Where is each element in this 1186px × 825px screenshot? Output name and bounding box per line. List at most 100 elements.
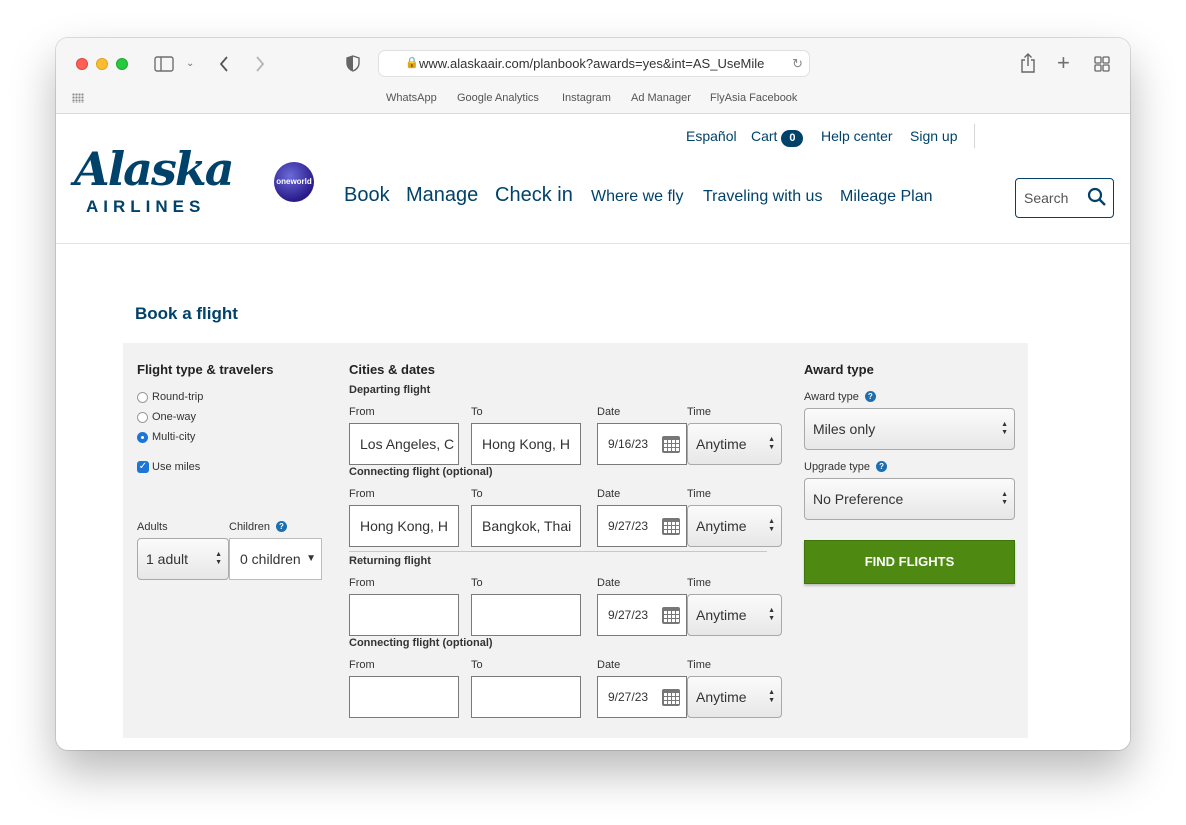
adults-select[interactable]: 1 adult ▲ ▼ bbox=[137, 538, 229, 580]
use-miles-label: Use miles bbox=[152, 461, 201, 473]
forward-icon[interactable] bbox=[254, 55, 266, 73]
bookmark-ad-manager[interactable]: Ad Manager bbox=[631, 92, 691, 104]
help-icon[interactable]: ? bbox=[864, 391, 876, 402]
segment-4-to-input[interactable] bbox=[471, 676, 581, 718]
segment-1-date-input[interactable]: 9/16/23 bbox=[597, 423, 687, 465]
radio-multi-city-label: Multi-city bbox=[152, 431, 196, 443]
site-search[interactable]: Search bbox=[1015, 178, 1114, 218]
espanol-link[interactable]: Español bbox=[686, 128, 737, 144]
segment-4-from-input[interactable] bbox=[349, 676, 459, 718]
updown-arrows-icon: ▲ ▼ bbox=[768, 518, 775, 533]
segment-3-from-input[interactable] bbox=[349, 594, 459, 636]
bookmark-instagram[interactable]: Instagram bbox=[562, 92, 611, 104]
bookmark-flyasia-facebook[interactable]: FlyAsia Facebook bbox=[710, 92, 797, 104]
segment-3-date-value: 9/27/23 bbox=[608, 608, 649, 622]
segment-2-date-input[interactable]: 9/27/23 bbox=[597, 505, 687, 547]
radio-one-way-control[interactable] bbox=[137, 411, 148, 423]
help-icon[interactable]: ? bbox=[275, 521, 287, 532]
radio-round-trip-label: Round-trip bbox=[152, 391, 204, 403]
calendar-icon[interactable] bbox=[662, 607, 680, 624]
oneworld-logo[interactable]: oneworld bbox=[274, 162, 314, 202]
utility-divider bbox=[974, 124, 975, 148]
upgrade-type-select[interactable]: No Preference ▲ ▼ bbox=[804, 478, 1015, 520]
radio-one-way[interactable]: One-way bbox=[137, 411, 196, 423]
site-header: Alaska AIRLINES oneworld Español Cart 0 H… bbox=[56, 114, 1130, 244]
segment-1-to-input[interactable]: Hong Kong, H bbox=[471, 423, 581, 465]
children-select[interactable]: 0 children ▼ bbox=[229, 538, 322, 580]
sign-up-link[interactable]: Sign up bbox=[910, 128, 957, 144]
updown-arrows-icon: ▲ ▼ bbox=[768, 607, 775, 622]
nav-traveling-with-us[interactable]: Traveling with us bbox=[703, 188, 822, 206]
segment-3-date-input[interactable]: 9/27/23 bbox=[597, 594, 687, 636]
calendar-icon[interactable] bbox=[662, 518, 680, 535]
segment-4-time-label: Time bbox=[687, 659, 712, 671]
search-icon[interactable] bbox=[1087, 187, 1107, 207]
reload-icon[interactable]: ↻ bbox=[788, 51, 803, 76]
help-center-link[interactable]: Help center bbox=[821, 128, 893, 144]
segment-2-to-input[interactable]: Bangkok, Thai bbox=[471, 505, 581, 547]
radio-multi-city-control[interactable] bbox=[137, 431, 148, 443]
upgrade-type-label-row: Upgrade type? bbox=[804, 461, 888, 473]
address-bar[interactable]: 🔒 www.alaskaair.com/planbook?awards=yes&… bbox=[378, 50, 810, 77]
segment-1-time-select[interactable]: Anytime ▲ ▼ bbox=[687, 423, 782, 465]
segment-1-to-label: To bbox=[471, 406, 483, 418]
chevron-down-icon[interactable]: ⌄ bbox=[186, 56, 194, 72]
minimize-window-button[interactable] bbox=[96, 58, 108, 70]
use-miles-checkbox[interactable]: ✓ Use miles bbox=[137, 461, 200, 473]
segment-2-heading: Connecting flight (optional) bbox=[349, 466, 493, 478]
segment-3-from-label: From bbox=[349, 577, 375, 589]
browser-toolbar: ⌄ 🔒 www.alaskaair.com/planbook?awards=ye… bbox=[56, 38, 1130, 114]
tab-overview-icon[interactable] bbox=[1094, 56, 1110, 72]
segment-4-from-label: From bbox=[349, 659, 375, 671]
segment-1-from-input[interactable]: Los Angeles, C bbox=[349, 423, 459, 465]
nav-book[interactable]: Book bbox=[344, 184, 390, 207]
back-icon[interactable] bbox=[218, 55, 230, 73]
segment-4-time-select[interactable]: Anytime ▲ ▼ bbox=[687, 676, 782, 718]
segment-4-date-input[interactable]: 9/27/23 bbox=[597, 676, 687, 718]
checkmark-icon[interactable]: ✓ bbox=[137, 461, 149, 473]
find-flights-button[interactable]: FIND FLIGHTS bbox=[804, 540, 1015, 584]
browser-window: ⌄ 🔒 www.alaskaair.com/planbook?awards=ye… bbox=[56, 38, 1130, 750]
bookmarks-bar: WhatsApp Google Analytics Instagram Ad M… bbox=[56, 90, 1130, 110]
nav-where-we-fly[interactable]: Where we fly bbox=[591, 188, 683, 206]
calendar-icon[interactable] bbox=[662, 689, 680, 706]
share-icon[interactable] bbox=[1020, 53, 1036, 73]
segment-3-heading: Returning flight bbox=[349, 555, 431, 567]
segment-1-time-value: Anytime bbox=[696, 436, 747, 452]
children-label: Children bbox=[229, 521, 270, 533]
segment-3-time-label: Time bbox=[687, 577, 712, 589]
zoom-window-button[interactable] bbox=[116, 58, 128, 70]
segment-3-time-select[interactable]: Anytime ▲ ▼ bbox=[687, 594, 782, 636]
bookmark-google-analytics[interactable]: Google Analytics bbox=[457, 92, 539, 104]
award-type-select[interactable]: Miles only ▲ ▼ bbox=[804, 408, 1015, 450]
nav-mileage-plan[interactable]: Mileage Plan bbox=[840, 188, 933, 206]
radio-round-trip[interactable]: Round-trip bbox=[137, 391, 203, 403]
segment-2-from-input[interactable]: Hong Kong, H bbox=[349, 505, 459, 547]
nav-check-in[interactable]: Check in bbox=[495, 184, 573, 207]
segment-2-time-select[interactable]: Anytime ▲ ▼ bbox=[687, 505, 782, 547]
segment-1-date-label: Date bbox=[597, 406, 621, 418]
upgrade-type-value: No Preference bbox=[813, 491, 904, 507]
shield-icon[interactable] bbox=[346, 55, 360, 72]
calendar-icon[interactable] bbox=[662, 436, 680, 453]
alaska-logo[interactable]: Alaska bbox=[74, 142, 235, 196]
segment-3-date-label: Date bbox=[597, 577, 621, 589]
address-url: www.alaskaair.com/planbook?awards=yes&in… bbox=[419, 56, 765, 71]
sidebar-toggle-icon[interactable] bbox=[154, 56, 174, 72]
search-placeholder: Search bbox=[1024, 190, 1069, 206]
bookmark-whatsapp[interactable]: WhatsApp bbox=[386, 92, 437, 104]
main-content: Book a flight Flight type & travelers Ro… bbox=[56, 244, 1130, 750]
new-tab-icon[interactable]: + bbox=[1057, 52, 1070, 74]
segment-divider bbox=[349, 551, 767, 552]
radio-multi-city[interactable]: Multi-city bbox=[137, 431, 195, 443]
close-window-button[interactable] bbox=[76, 58, 88, 70]
radio-round-trip-control[interactable] bbox=[137, 391, 148, 403]
segment-3-to-input[interactable] bbox=[471, 594, 581, 636]
nav-manage[interactable]: Manage bbox=[406, 184, 478, 207]
segment-1-date-value: 9/16/23 bbox=[608, 437, 649, 451]
segment-3-to-label: To bbox=[471, 577, 483, 589]
help-icon[interactable]: ? bbox=[876, 461, 888, 472]
segment-4-time-value: Anytime bbox=[696, 689, 747, 705]
alaska-logo-subtitle[interactable]: AIRLINES bbox=[86, 197, 205, 217]
cart-link[interactable]: Cart 0 bbox=[751, 128, 804, 147]
